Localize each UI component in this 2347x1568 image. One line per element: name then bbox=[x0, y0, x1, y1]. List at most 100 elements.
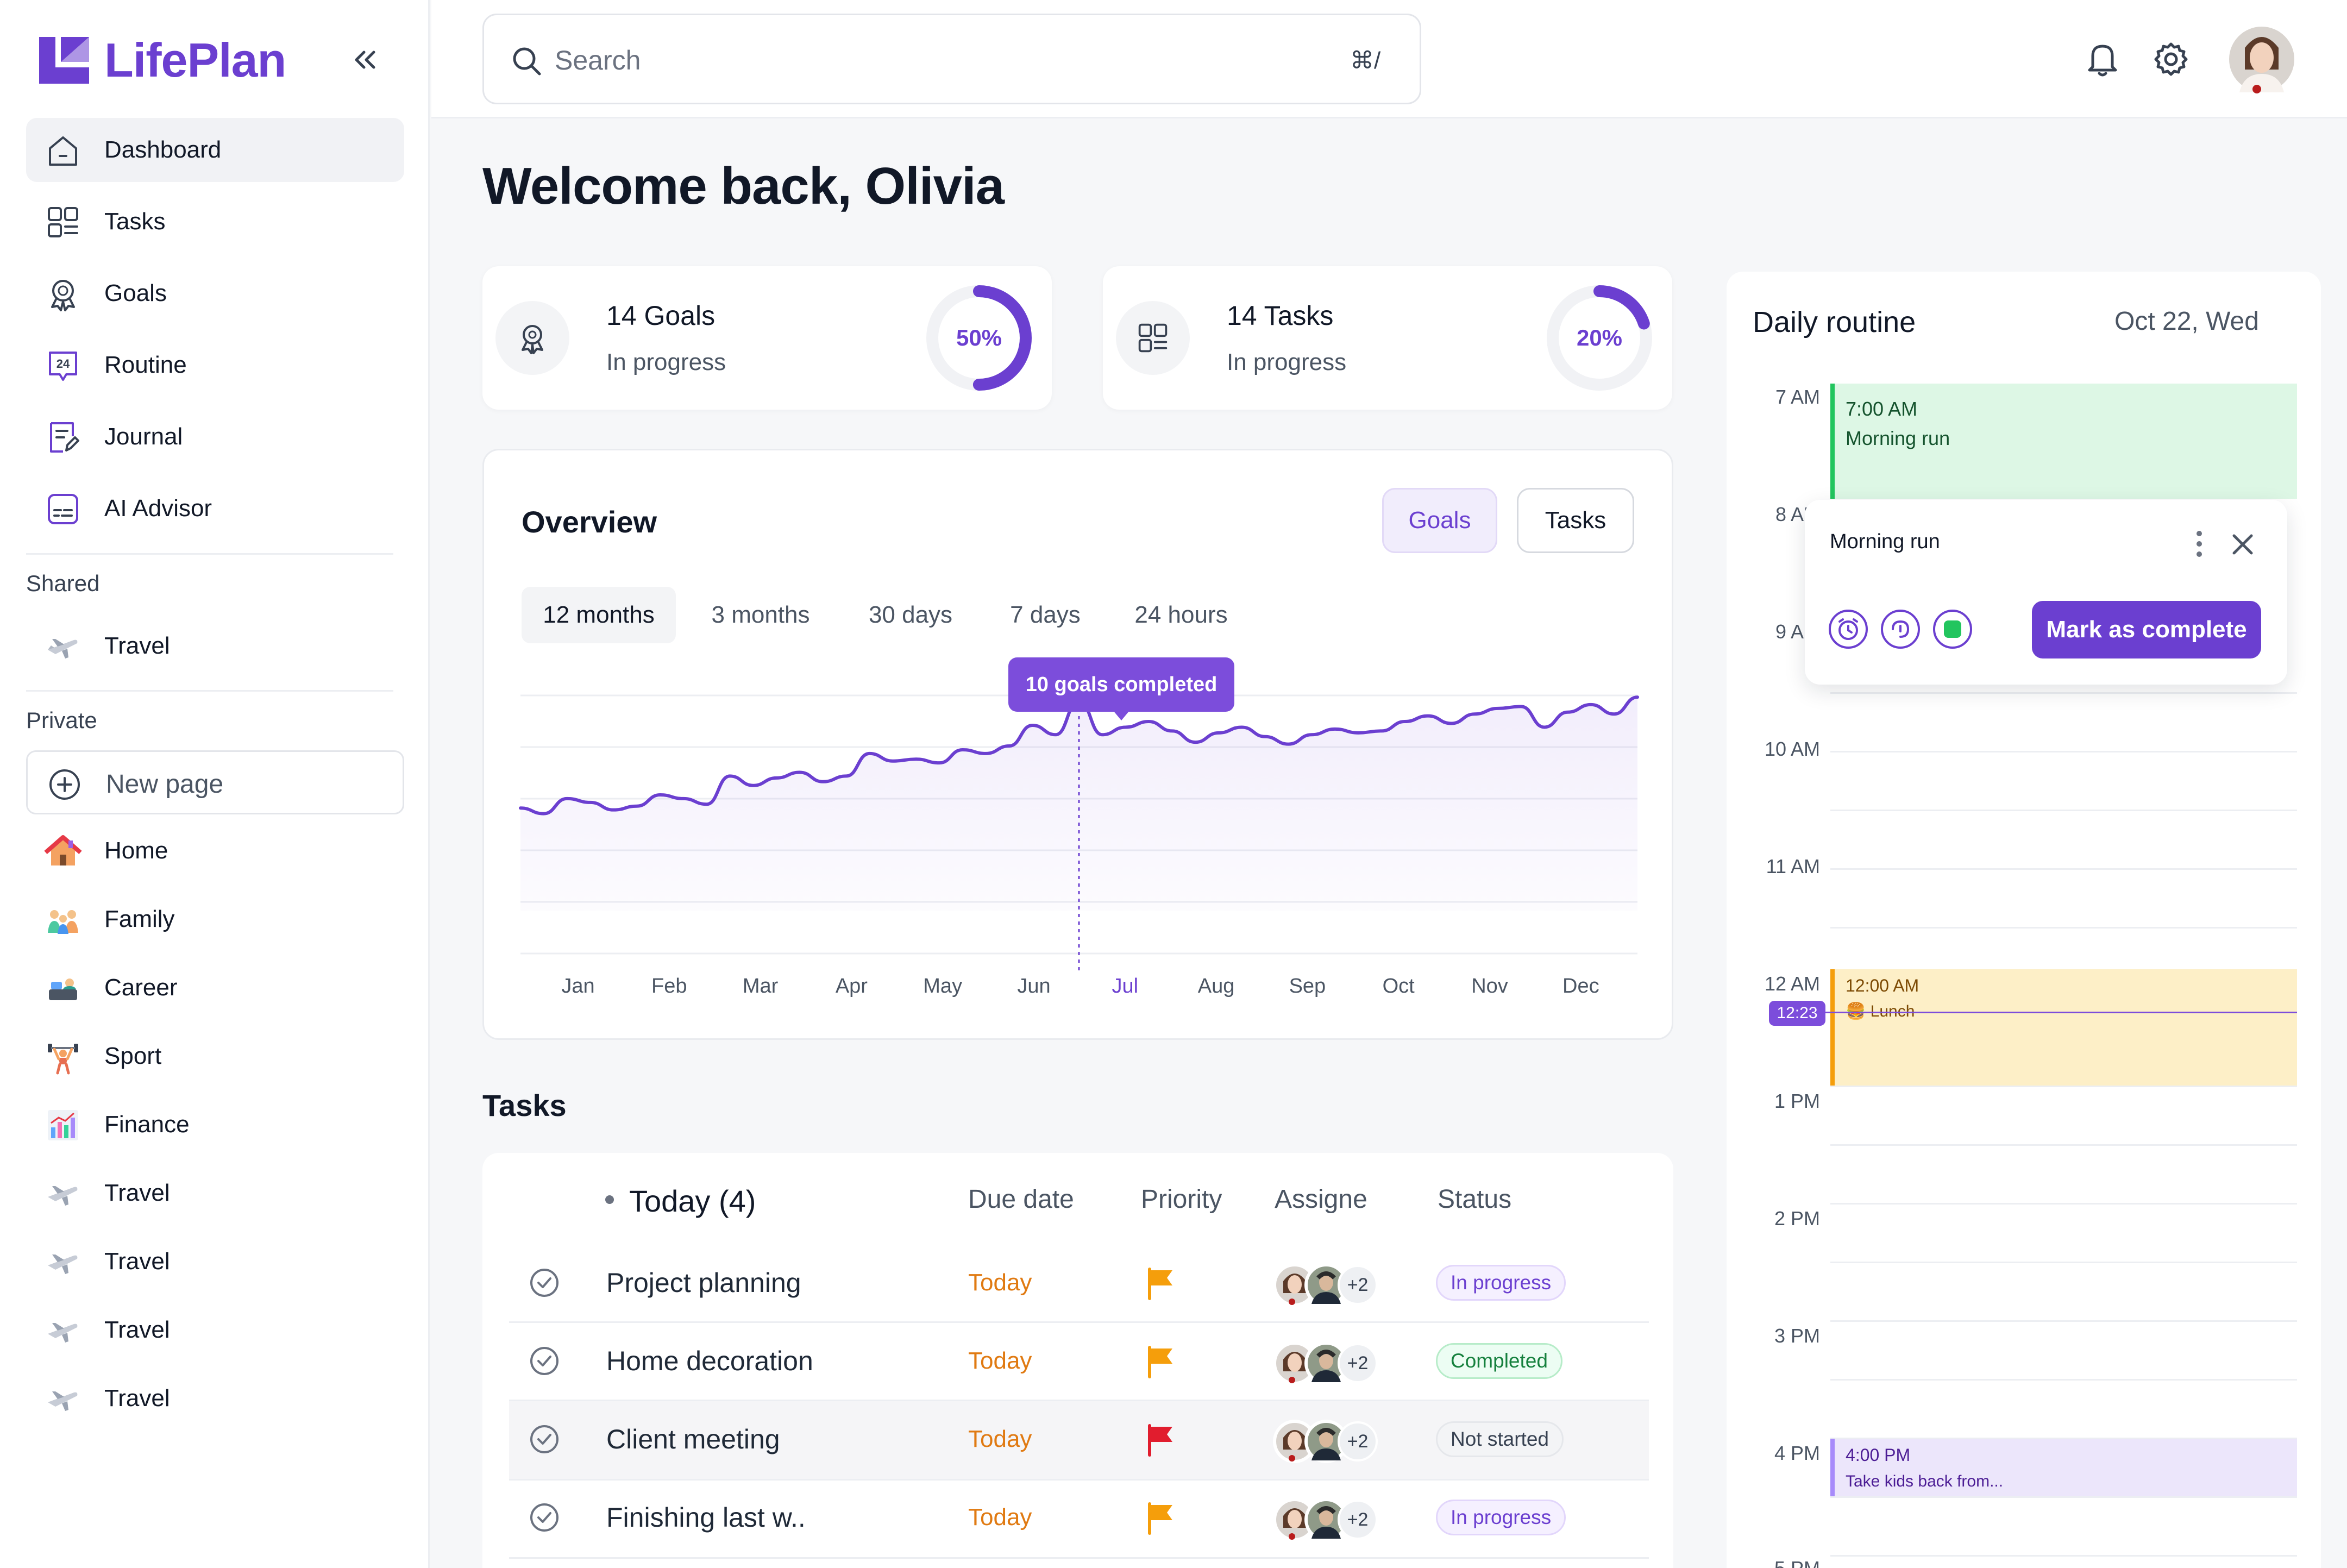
app-logo[interactable]: LifePlan bbox=[39, 33, 286, 88]
priority-flag-icon[interactable] bbox=[1146, 1267, 1177, 1300]
search-icon bbox=[513, 47, 541, 76]
priority-flag-icon[interactable] bbox=[1146, 1502, 1177, 1535]
column-header-due-date[interactable]: Due date bbox=[968, 1184, 1074, 1214]
sidebar-item-travel[interactable]: Travel bbox=[26, 1161, 404, 1225]
stat-icon-wrap bbox=[495, 301, 569, 375]
sidebar-item-ai-advisor[interactable]: AI Advisor bbox=[26, 476, 404, 541]
x-tick-label: Apr bbox=[835, 975, 868, 998]
priority-flag-icon[interactable] bbox=[1146, 1345, 1177, 1378]
x-tick-label: Jun bbox=[1017, 975, 1051, 998]
hour-label: 5 PM bbox=[1750, 1557, 1820, 1568]
grid-line bbox=[1830, 1496, 2297, 1498]
task-name[interactable]: Home decoration bbox=[606, 1345, 813, 1377]
more-vertical-icon[interactable] bbox=[2194, 530, 2205, 557]
check-circle-icon[interactable] bbox=[529, 1502, 560, 1533]
grid-line bbox=[1830, 1320, 2297, 1322]
stat-subtitle: In progress bbox=[606, 349, 726, 375]
column-header-status[interactable]: Status bbox=[1438, 1184, 1511, 1214]
column-header-assignee[interactable]: Assigne bbox=[1275, 1184, 1367, 1214]
x-tick-label: Mar bbox=[742, 975, 779, 998]
grid-line bbox=[1830, 1379, 2297, 1381]
gear-icon[interactable] bbox=[2151, 40, 2191, 79]
routine-24-icon: 24 bbox=[49, 352, 77, 381]
event-kids-pickup[interactable]: 4:00 PM Take kids back from... bbox=[1830, 1439, 2297, 1496]
tasks-stat-card[interactable]: 14 Tasks In progress 20% bbox=[1103, 266, 1672, 410]
sidebar-item-travel[interactable]: Travel bbox=[26, 1366, 404, 1431]
routine-date[interactable]: Oct 22, Wed bbox=[2114, 306, 2259, 336]
family-emoji bbox=[48, 910, 78, 934]
sidebar-item-finance[interactable]: Finance bbox=[26, 1093, 404, 1157]
status-badge: Completed bbox=[1436, 1343, 1562, 1379]
alarm-icon[interactable] bbox=[1828, 609, 1869, 650]
current-time-line bbox=[1821, 1012, 2297, 1013]
range-3-months[interactable]: 3 months bbox=[691, 587, 830, 643]
goals-progress-ring: 50% bbox=[926, 285, 1032, 391]
range-12-months[interactable]: 12 months bbox=[522, 587, 676, 643]
sidebar-item-goals[interactable]: Goals bbox=[26, 261, 404, 325]
task-name[interactable]: Project planning bbox=[606, 1267, 801, 1299]
sidebar-item-label: Goals bbox=[104, 280, 167, 306]
x-tick-label: Oct bbox=[1382, 975, 1415, 998]
task-name[interactable]: Finishing last w.. bbox=[606, 1502, 806, 1533]
sidebar-item-routine[interactable]: 24 Routine bbox=[26, 333, 404, 397]
search-input[interactable]: Search ⌘/ bbox=[482, 14, 1421, 104]
bell-icon[interactable] bbox=[2083, 40, 2122, 79]
new-page-button[interactable]: New page bbox=[26, 750, 404, 814]
event-lunch[interactable]: 12:00 AM 🍔 Lunch bbox=[1830, 969, 2297, 1086]
sidebar-item-label: Finance bbox=[104, 1111, 190, 1138]
sidebar-item-journal[interactable]: Journal bbox=[26, 405, 404, 469]
more-assignees-count[interactable]: +2 bbox=[1338, 1343, 1378, 1383]
goals-stat-card[interactable]: 14 Goals In progress 50% bbox=[482, 266, 1052, 410]
mark-as-complete-button[interactable]: Mark as complete bbox=[2032, 601, 2261, 658]
priority-flag-icon[interactable] bbox=[1146, 1423, 1177, 1457]
sidebar-item-dashboard[interactable]: Dashboard bbox=[26, 118, 404, 182]
sidebar-item-label: Travel bbox=[104, 1248, 170, 1275]
house-emoji bbox=[44, 835, 82, 865]
hour-label: 2 PM bbox=[1774, 1207, 1820, 1230]
more-assignees-count[interactable]: +2 bbox=[1338, 1421, 1378, 1462]
tasks-toggle-button[interactable]: Tasks bbox=[1517, 488, 1634, 553]
check-circle-icon[interactable] bbox=[529, 1346, 560, 1376]
sidebar-item-travel[interactable]: Travel bbox=[26, 1298, 404, 1362]
repeat-icon[interactable] bbox=[1880, 609, 1921, 650]
sidebar-item-label: Sport bbox=[104, 1043, 162, 1069]
hour-label: 10 AM bbox=[1764, 738, 1820, 760]
overview-title: Overview bbox=[522, 505, 657, 539]
goals-toggle-button[interactable]: Goals bbox=[1382, 488, 1497, 553]
range-24-hours[interactable]: 24 hours bbox=[1115, 587, 1247, 643]
avatar[interactable] bbox=[2229, 26, 2295, 93]
event-morning-run[interactable]: 7:00 AM Morning run bbox=[1830, 384, 2297, 499]
more-assignees-count[interactable]: +2 bbox=[1338, 1500, 1378, 1540]
check-circle-icon[interactable] bbox=[529, 1424, 560, 1454]
x-tick-label: Feb bbox=[651, 975, 687, 998]
search-placeholder: Search bbox=[555, 45, 641, 76]
event-time: 4:00 PM bbox=[1846, 1445, 1911, 1465]
check-circle-icon[interactable] bbox=[529, 1268, 560, 1298]
sidebar-item-tasks[interactable]: Tasks bbox=[26, 190, 404, 254]
task-group-label[interactable]: Today (4) bbox=[629, 1183, 756, 1219]
sidebar-item-career[interactable]: Career bbox=[26, 956, 404, 1020]
group-dot bbox=[605, 1195, 614, 1204]
task-name[interactable]: Client meeting bbox=[606, 1423, 780, 1455]
grid-line bbox=[1830, 927, 2297, 929]
sidebar-item-family[interactable]: Family bbox=[26, 887, 404, 951]
sidebar-item-home[interactable]: Home bbox=[26, 819, 404, 883]
tasks-section-title: Tasks bbox=[482, 1088, 567, 1122]
airplane-icon bbox=[48, 1323, 78, 1343]
popup-title: Morning run bbox=[1830, 530, 1940, 553]
color-picker-icon[interactable] bbox=[1932, 609, 1973, 650]
sidebar-item-sport[interactable]: Sport bbox=[26, 1024, 404, 1088]
routine-title: Daily routine bbox=[1753, 306, 1916, 338]
grid-line bbox=[1830, 1262, 2297, 1263]
sidebar-item-label: Tasks bbox=[104, 208, 166, 235]
collapse-sidebar-icon[interactable] bbox=[348, 42, 382, 77]
range-7-days[interactable]: 7 days bbox=[991, 587, 1100, 643]
tooltip-arrow bbox=[1113, 711, 1129, 720]
more-assignees-count[interactable]: +2 bbox=[1338, 1265, 1378, 1305]
close-icon[interactable] bbox=[2231, 532, 2255, 556]
grid-line bbox=[1830, 1144, 2297, 1146]
column-header-priority[interactable]: Priority bbox=[1141, 1184, 1222, 1214]
range-30-days[interactable]: 30 days bbox=[845, 587, 976, 643]
sidebar-item-travel[interactable]: Travel bbox=[26, 1230, 404, 1294]
sidebar-item-travel[interactable]: Travel bbox=[26, 614, 404, 678]
